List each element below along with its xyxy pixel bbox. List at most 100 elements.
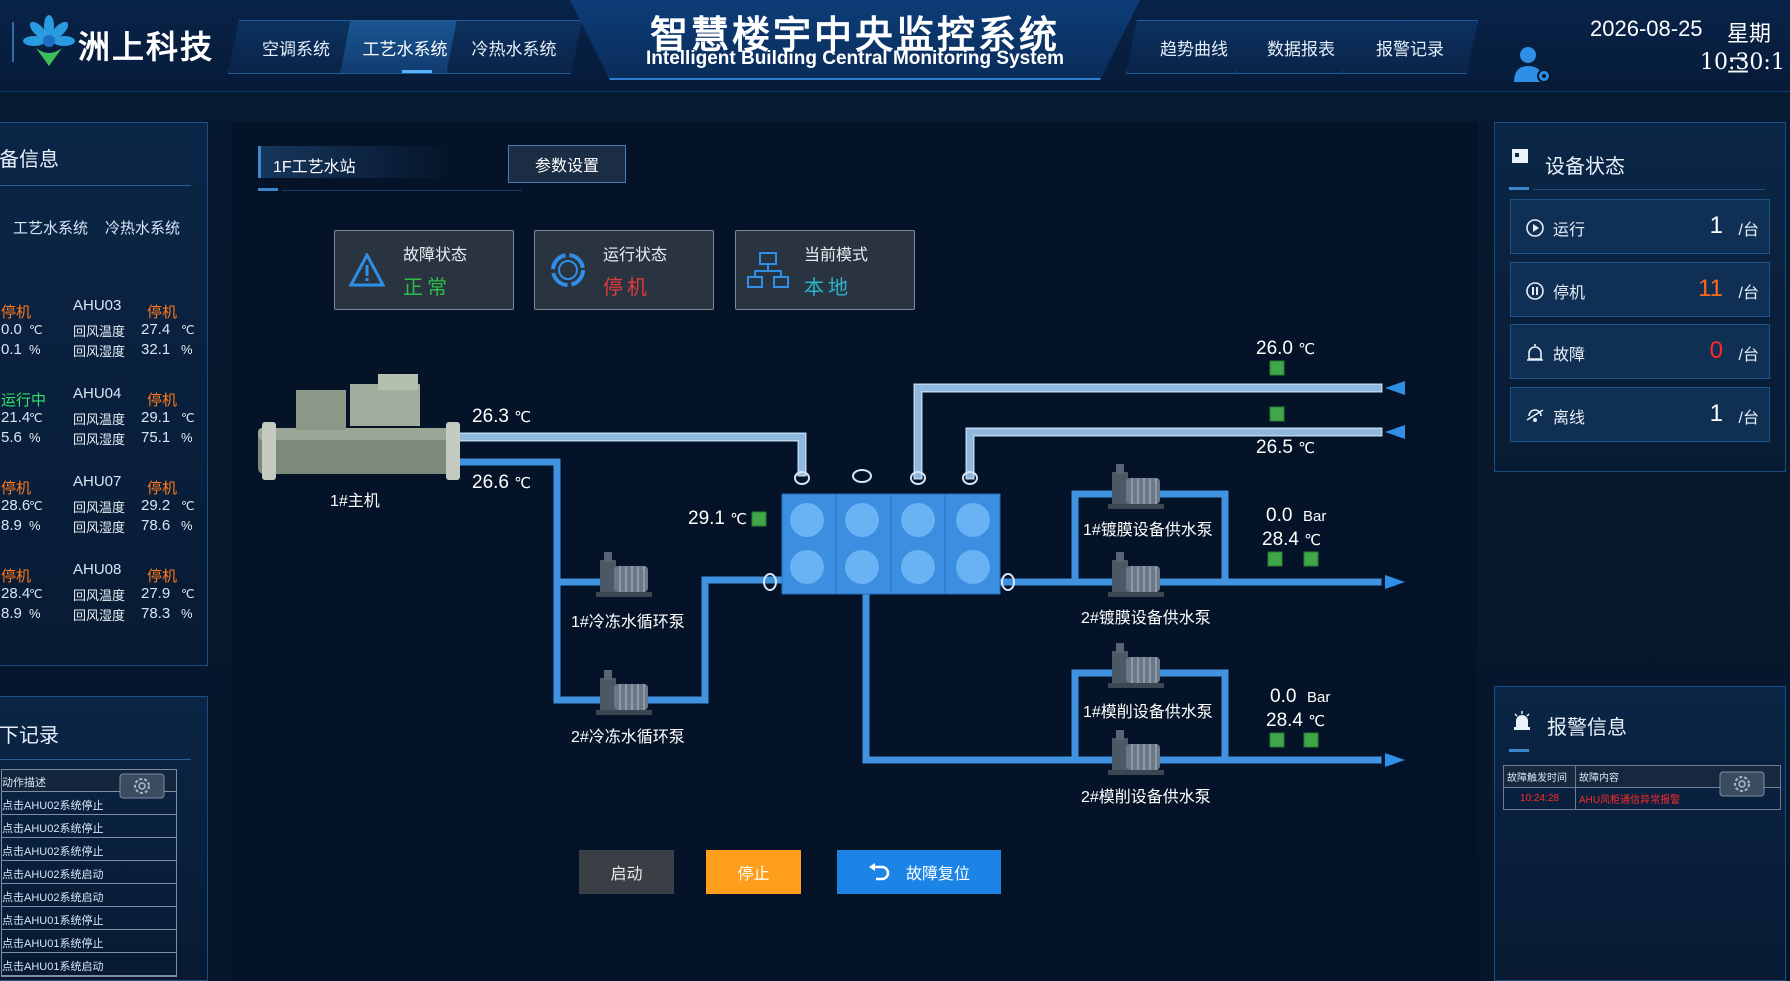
status-name: 停机: [1553, 285, 1586, 302]
unit: %: [181, 342, 193, 357]
value: 0.0: [1266, 505, 1293, 526]
stop-button[interactable]: 停止: [706, 850, 801, 894]
left-hum: 5.6: [1, 429, 22, 446]
status-name: 运行: [1553, 222, 1586, 239]
value: 29.1: [688, 508, 725, 529]
hum-label: 回风湿度: [73, 344, 126, 359]
log-row[interactable]: 点击AHU01系统停止: [2, 930, 176, 953]
divider: [12, 22, 14, 62]
ahu-hum: 78.6: [141, 517, 171, 534]
ahu-hum: 75.1: [141, 429, 171, 446]
outlet-temp-2: 26.5 ℃: [1256, 437, 1315, 459]
unit: %: [181, 518, 193, 533]
unit: ℃: [29, 499, 43, 513]
device-status-row[interactable]: 故障 0 /台: [1510, 324, 1770, 379]
device-status-row[interactable]: 运行 1 /台: [1510, 199, 1770, 254]
ahu-temp: 29.1: [141, 409, 171, 426]
log-row[interactable]: 点击AHU02系统停止: [2, 815, 176, 838]
log-row[interactable]: 点击AHU01系统停止: [2, 907, 176, 930]
ahu-name: AHU08: [73, 561, 122, 578]
left-hum: 8.9: [1, 517, 22, 534]
network-icon: [747, 252, 789, 288]
status-name: 故障: [1553, 347, 1586, 364]
unit: Bar: [1306, 689, 1331, 706]
mode-card: 当前模式 本地: [735, 230, 915, 310]
unit: ℃: [1308, 713, 1326, 730]
offline-icon: [1526, 409, 1544, 422]
divider: [0, 185, 191, 186]
unit: %: [29, 606, 41, 621]
gear-icon[interactable]: [119, 773, 165, 799]
divider: [0, 759, 191, 760]
divider: [1533, 189, 1765, 190]
undo-icon: [868, 863, 890, 881]
unit: ℃: [29, 323, 43, 337]
unit: %: [181, 606, 193, 621]
log-row[interactable]: 点击AHU01系统启动: [2, 953, 176, 976]
value: 26.6: [472, 472, 509, 493]
log-table: 动作描述 点击AHU02系统停止 点击AHU02系统停止 点击AHU02系统停止 点击…: [1, 769, 177, 977]
brand-name: 洲上科技: [78, 29, 215, 65]
temp-label: 回风温度: [73, 500, 126, 515]
unit: %: [29, 430, 41, 445]
cut-pressure: 0.0 Bar: [1270, 686, 1330, 708]
station-name: 1F工艺水站: [273, 159, 356, 176]
left-status: 停机: [1, 304, 32, 321]
cut-temp: 28.4 ℃: [1266, 710, 1325, 732]
param-settings-button[interactable]: 参数设置: [508, 145, 626, 183]
return-temp: 26.6 ℃: [472, 472, 531, 494]
device-status-row[interactable]: 停机 11 /台: [1510, 262, 1770, 317]
log-row[interactable]: 点击AHU02系统启动: [2, 884, 176, 907]
page-subtitle: Intelligent Building Central Monitoring …: [645, 48, 1064, 69]
tab-process-water[interactable]: 工艺水系统: [13, 217, 88, 238]
pause-icon: [1526, 282, 1544, 300]
left-temp: 28.4: [1, 585, 31, 602]
hum-label: 回风湿度: [73, 520, 126, 535]
value: 26.0: [1256, 338, 1293, 359]
nav-tab-alarm-log[interactable]: 报警记录: [1342, 20, 1478, 74]
gear-icon[interactable]: [1719, 771, 1765, 797]
nav-tab-hot-cold-water[interactable]: 冷热水系统: [446, 20, 582, 74]
status-unit: /台: [1738, 285, 1759, 302]
status-unit: /台: [1738, 222, 1759, 239]
ahu-hum: 78.3: [141, 605, 171, 622]
left-status: 停机: [1, 568, 32, 585]
log-row[interactable]: 点击AHU02系统启动: [2, 861, 176, 884]
ahu-name: AHU07: [73, 473, 122, 490]
status-unit: /台: [1738, 410, 1759, 427]
alarm-time: 10:24:28: [1503, 787, 1576, 810]
user-settings-icon[interactable]: [1510, 42, 1554, 86]
panel-title: 报警信息: [1547, 717, 1627, 739]
pump-label-chw2: 2#冷冻水循环泵: [571, 729, 685, 746]
clock-time: 10:30:1: [1700, 50, 1785, 75]
value: 0.0: [1270, 686, 1297, 707]
status-count: 0: [1709, 337, 1723, 364]
ahu-status: 停机: [147, 568, 178, 585]
unit: ℃: [1298, 341, 1316, 358]
card-value: 正常: [403, 277, 451, 299]
chiller-label: 1#主机: [330, 493, 380, 510]
divider: [258, 188, 278, 191]
nav-tab-label: 报警记录: [1376, 39, 1444, 59]
header-time: 故障触发时间: [1503, 765, 1576, 788]
value: 28.4: [1262, 529, 1299, 550]
log-rows: 点击AHU02系统停止 点击AHU02系统停止 点击AHU02系统停止 点击AHU02…: [2, 792, 176, 976]
panel-title: 下记录: [0, 725, 59, 747]
divider: [282, 190, 522, 191]
unit: ℃: [181, 587, 195, 601]
start-button[interactable]: 启动: [579, 850, 674, 894]
divider: [1509, 187, 1529, 190]
panel-title: 设备状态: [1545, 156, 1625, 178]
active-tab-indicator: [402, 70, 432, 73]
pump-label-cut2: 2#模削设备供水泵: [1081, 789, 1211, 806]
device-status-row[interactable]: 离线 1 /台: [1510, 387, 1770, 442]
left-temp: 0.0: [1, 321, 22, 338]
status-name: 离线: [1553, 410, 1586, 427]
left-status: 停机: [1, 480, 32, 497]
hum-label: 回风湿度: [73, 432, 126, 447]
card-value: 停机: [603, 277, 651, 299]
fault-reset-button[interactable]: 故障复位: [837, 850, 1001, 894]
unit: ℃: [1304, 532, 1322, 549]
tab-hot-cold-water[interactable]: 冷热水系统: [105, 217, 180, 238]
log-row[interactable]: 点击AHU02系统停止: [2, 838, 176, 861]
